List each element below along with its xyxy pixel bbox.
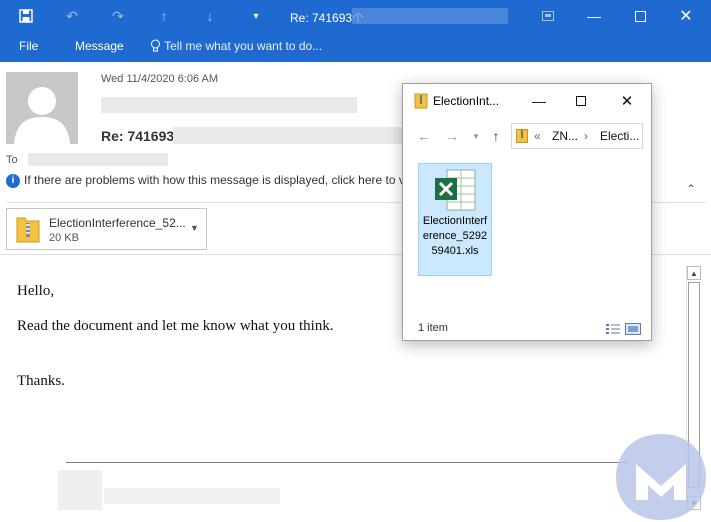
- close-button[interactable]: ✕: [666, 4, 706, 28]
- ribbon-display-options-icon[interactable]: [528, 4, 568, 28]
- body-greeting: Hello,: [17, 283, 55, 299]
- collapse-header-icon[interactable]: ⌃: [686, 182, 696, 196]
- recent-locations-icon[interactable]: ▼: [467, 126, 485, 146]
- ribbon: File Message Tell me what you want to do…: [0, 32, 711, 62]
- zip-folder-icon: [516, 129, 528, 146]
- lightbulb-icon: [150, 39, 164, 53]
- address-bar[interactable]: « ZN... › Electi...: [511, 123, 643, 149]
- file-name: ElectionInterference_529259401.xls: [422, 215, 488, 257]
- down-arrow-icon[interactable]: ↓: [200, 6, 220, 26]
- redacted-subject: [173, 127, 403, 144]
- info-bar[interactable]: i If there are problems with how this mes…: [6, 173, 408, 188]
- explorer-close-button[interactable]: ✕: [613, 89, 641, 113]
- address-separator-icon: ›: [584, 129, 588, 143]
- explorer-maximize-button[interactable]: [567, 89, 595, 113]
- address-part-folder[interactable]: Electi...: [600, 129, 639, 143]
- to-label: To: [6, 154, 18, 166]
- redacted-recipient: [28, 153, 168, 166]
- title-bar: ↶ ↷ ↑ ↓ ▾ Re: 741693个 — ✕: [0, 0, 711, 32]
- scroll-up-icon[interactable]: ▲: [687, 266, 701, 280]
- tell-me-box[interactable]: Tell me what you want to do...: [150, 39, 322, 53]
- excel-file-icon: [433, 168, 477, 217]
- info-bar-text: If there are problems with how this mess…: [24, 173, 408, 187]
- message-tab[interactable]: Message: [75, 39, 124, 53]
- explorer-title: ElectionInt...: [433, 94, 500, 108]
- back-arrow-icon[interactable]: ←: [415, 126, 433, 146]
- address-part-zip[interactable]: ZN...: [552, 129, 578, 143]
- sent-date: Wed 11/4/2020 6:06 AM: [101, 73, 219, 85]
- email-subject: Re: 741693: [101, 128, 175, 144]
- chevron-down-icon[interactable]: ▼: [190, 223, 199, 233]
- folder-icon: [414, 93, 428, 114]
- signature-divider: [66, 462, 628, 463]
- up-arrow-icon[interactable]: ↑: [154, 6, 174, 26]
- redacted-title: [352, 8, 508, 24]
- attachment-name: ElectionInterference_52...: [49, 216, 186, 230]
- redo-icon[interactable]: ↷: [108, 6, 128, 26]
- minimize-button[interactable]: —: [574, 4, 614, 28]
- sender-avatar: [6, 72, 78, 144]
- file-item[interactable]: ElectionInterference_529259401.xls: [418, 163, 492, 276]
- forward-arrow-icon[interactable]: →: [443, 126, 461, 146]
- up-folder-icon[interactable]: ↑: [487, 126, 505, 146]
- redacted-signature: [58, 470, 102, 510]
- redacted-sender: [101, 97, 357, 113]
- redacted-signature-line: [104, 488, 280, 504]
- info-icon: i: [6, 173, 20, 188]
- attachment-card[interactable]: ElectionInterference_52... 20 KB ▼: [6, 208, 207, 250]
- large-icons-view-icon[interactable]: [625, 322, 641, 335]
- file-explorer-window: ElectionInt... — ✕ ← → ▼ ↑ « ZN... › Ele…: [402, 83, 652, 341]
- details-view-icon[interactable]: [605, 322, 621, 334]
- zip-folder-icon: [16, 215, 40, 248]
- address-overflow[interactable]: «: [534, 129, 541, 143]
- attachment-size: 20 KB: [49, 232, 79, 244]
- tell-me-text: Tell me what you want to do...: [164, 39, 323, 53]
- explorer-minimize-button[interactable]: —: [525, 89, 553, 113]
- customize-toolbar-icon[interactable]: ▾: [246, 6, 266, 26]
- file-tab[interactable]: File: [19, 39, 38, 53]
- undo-icon[interactable]: ↶: [62, 6, 82, 26]
- body-closing: Thanks.: [17, 373, 65, 389]
- item-count: 1 item: [418, 322, 448, 334]
- body-line: Read the document and let me know what y…: [17, 318, 334, 334]
- maximize-button[interactable]: [620, 4, 660, 28]
- save-icon[interactable]: [16, 6, 36, 26]
- watermark-logo: [616, 434, 706, 520]
